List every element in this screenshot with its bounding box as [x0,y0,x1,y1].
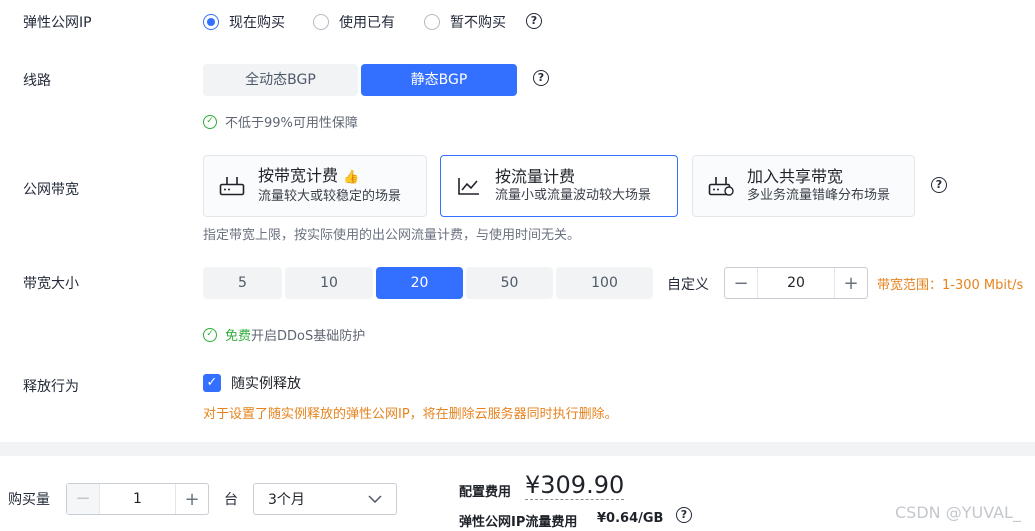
help-icon[interactable]: ? [533,70,549,86]
eip-option-buy-now[interactable]: 现在购买 [203,12,285,32]
ddos-note: ✓ 免费 开启DDoS基础防护 [203,325,365,344]
decrement-button[interactable]: − [67,484,99,514]
eip-fee-label: 弹性公网IP流量费用 [459,515,578,530]
ddos-text: 开启DDoS基础防护 [251,329,366,344]
card-title: 加入共享带宽 [747,167,844,186]
help-icon[interactable]: ? [931,177,947,193]
checkbox-label: 随实例释放 [231,376,301,392]
help-icon[interactable]: ? [676,507,692,523]
increment-button[interactable]: + [176,489,208,510]
eip-option-label: 使用已有 [339,15,395,31]
duration-value: 3个月 [268,492,305,508]
decrement-button[interactable]: − [725,273,757,294]
bandwidth-option-100[interactable]: 100 [556,267,653,299]
bandwidth-range-hint: 带宽范围：1-300 Mbit/s [877,278,1024,293]
eip-option-use-existing[interactable]: 使用已有 [313,12,395,32]
release-warning: 对于设置了随实例释放的弹性公网IP，将在删除云服务器同时执行删除。 [203,407,618,422]
increment-button[interactable]: + [835,273,867,294]
bandwidth-option-10[interactable]: 10 [285,267,373,299]
release-label: 释放行为 [23,379,79,395]
quantity-input[interactable]: 1 [99,484,176,514]
line-availability-note: ✓ 不低于99%可用性保障 [203,112,358,131]
radio-icon [313,14,329,30]
checkbox-checked-icon: ✓ [203,374,221,392]
release-with-instance-checkbox[interactable]: ✓ 随实例释放 [203,373,301,393]
line-option-static-bgp[interactable]: 静态BGP [361,64,517,96]
quantity-label: 购买量 [8,492,50,508]
shared-router-icon [703,176,739,196]
check-circle-icon: ✓ [203,114,217,129]
card-desc: 多业务流量错峰分布场景 [747,188,891,203]
line-label: 线路 [23,73,51,89]
line-option-dynamic-bgp[interactable]: 全动态BGP [203,64,358,96]
config-fee-value[interactable]: ¥309.90 [525,471,625,500]
ddos-free-text: 免费 [225,329,252,344]
radio-icon [424,14,440,30]
bandwidth-option-5[interactable]: 5 [203,267,282,299]
card-title: 按带宽计费 [258,166,339,185]
bandwidth-size-label: 带宽大小 [23,276,79,292]
quantity-unit: 台 [224,492,238,508]
card-desc: 流量小或流量波动较大场景 [495,188,652,203]
custom-label: 自定义 [667,277,709,293]
note-text: 不低于99%可用性保障 [225,116,358,131]
bandwidth-option-50[interactable]: 50 [466,267,553,299]
bandwidth-value-input[interactable]: 20 [757,268,835,298]
eip-label: 弹性公网IP [23,15,92,31]
eip-option-label: 现在购买 [229,15,285,31]
eip-fee-value: ¥0.64/GB [597,511,664,526]
thumbs-up-icon: 👍 [343,170,360,185]
bandwidth-option-20[interactable]: 20 [376,267,463,299]
help-icon[interactable]: ? [526,13,542,29]
eip-option-not-buy[interactable]: 暂不购买 [424,12,506,32]
bandwidth-type-note: 指定带宽上限，按实际使用的出公网流量计费，与使用时间无关。 [203,228,581,243]
duration-select[interactable]: 3个月 [253,483,397,515]
card-title: 按流量计费 [495,167,576,186]
bandwidth-card-shared[interactable]: 加入共享带宽 多业务流量错峰分布场景 [692,155,915,217]
chevron-down-icon [368,495,382,503]
watermark: CSDN @YUVAL_ [895,503,1021,522]
line-chart-icon [451,176,487,196]
bandwidth-card-by-traffic[interactable]: 按流量计费 流量小或流量波动较大场景 [440,155,678,217]
config-fee-label: 配置费用 [459,485,512,500]
quantity-stepper[interactable]: − 1 + [66,483,209,515]
eip-option-label: 暂不购买 [450,15,506,31]
radio-selected-icon [203,14,219,30]
check-circle-icon: ✓ [203,327,217,342]
bandwidth-card-by-bandwidth[interactable]: 按带宽计费 👍 流量较大或较稳定的场景 [203,155,427,217]
card-desc: 流量较大或较稳定的场景 [258,189,402,204]
router-icon [214,176,250,196]
bandwidth-type-label: 公网带宽 [23,182,79,198]
bandwidth-stepper[interactable]: − 20 + [724,267,868,299]
footer-divider [0,442,1035,456]
